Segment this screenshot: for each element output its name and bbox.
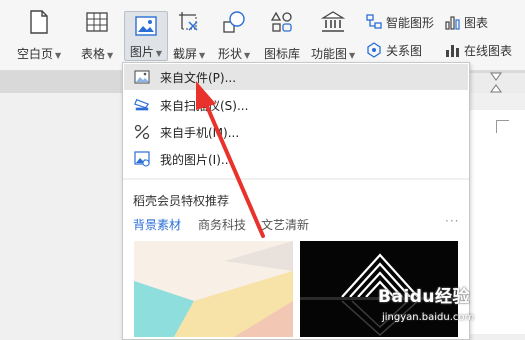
watermark-url: jingyan.baidu.com — [382, 312, 475, 323]
baidu-watermark: Baidu经验 jingyan.baidu.com — [378, 282, 518, 330]
watermark-brand: Baidu经验 — [378, 287, 471, 307]
